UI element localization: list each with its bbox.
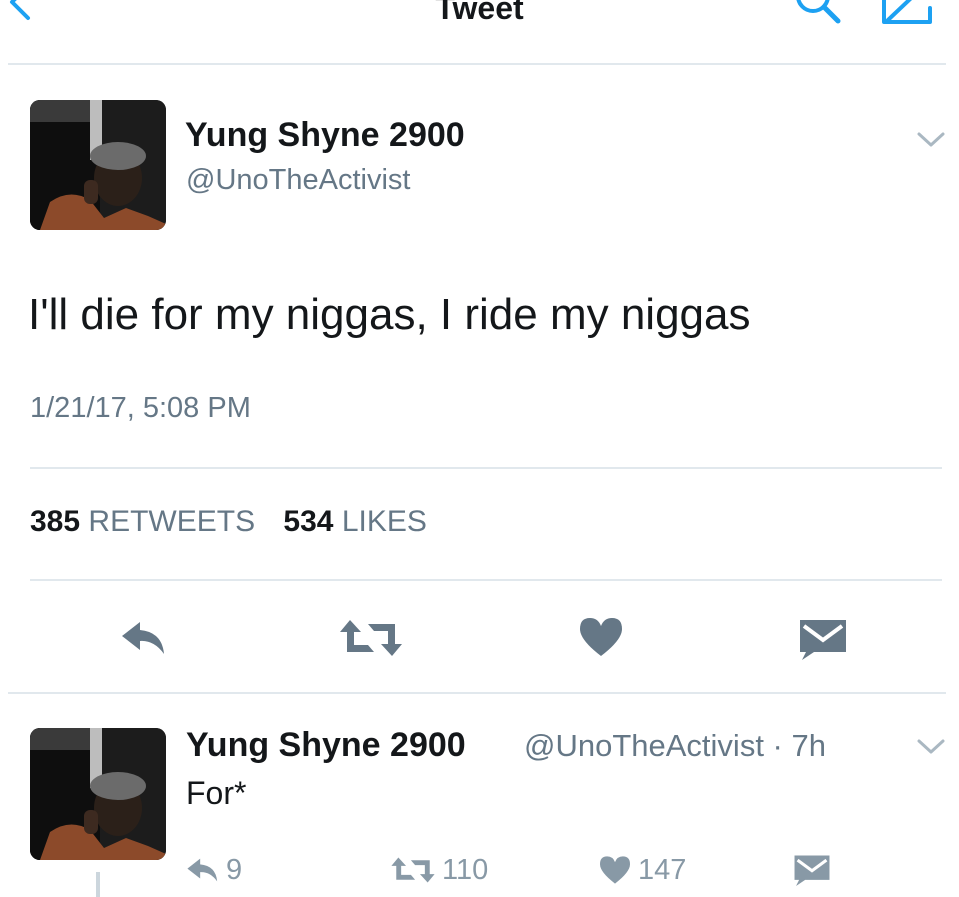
tweet-author-name[interactable]: Yung Shyne 2900	[185, 116, 465, 155]
reply-author-name[interactable]: Yung Shyne 2900	[186, 726, 466, 765]
thread-line	[96, 872, 100, 897]
tweet-author-handle[interactable]: @UnoTheActivist	[186, 164, 410, 197]
likes-label[interactable]: LIKES	[342, 505, 427, 538]
stats-top-divider	[30, 467, 942, 469]
reply-text: For*	[186, 775, 247, 811]
avatar[interactable]	[30, 100, 166, 230]
nav-divider	[8, 63, 946, 65]
message-small-icon	[794, 855, 830, 886]
reply-message-button[interactable]	[793, 852, 831, 888]
reply-like-button[interactable]: 147	[598, 852, 686, 888]
retweet-small-icon	[391, 857, 435, 883]
retweets-count: 385	[30, 505, 81, 538]
reply-reply-button[interactable]: 9	[186, 852, 242, 888]
reply-icon[interactable]	[120, 620, 168, 656]
reply-retweet-count: 110	[442, 853, 489, 886]
actions-bottom-divider	[8, 692, 946, 694]
retweets-label[interactable]: RETWEETS	[88, 505, 255, 538]
likes-count: 534	[283, 505, 334, 538]
stats-bottom-divider	[30, 579, 942, 581]
tweet-timestamp: 1/21/17, 5:08 PM	[30, 392, 251, 424]
reply-author-meta[interactable]: @UnoTheActivist · 7h	[524, 728, 826, 764]
reply-avatar[interactable]	[30, 728, 166, 860]
tweet-text: I'll die for my niggas, I ride my niggas	[28, 290, 751, 339]
chevron-down-icon[interactable]	[916, 130, 946, 150]
message-icon[interactable]	[798, 618, 848, 660]
search-icon[interactable]	[793, 0, 843, 26]
heart-small-icon	[600, 856, 630, 884]
tweet-stats: 385 RETWEETS 534 LIKES	[30, 505, 427, 539]
reply-retweet-button[interactable]: 110	[390, 852, 488, 888]
reply-like-count: 147	[638, 853, 687, 886]
compose-icon[interactable]	[878, 0, 942, 26]
retweet-icon[interactable]	[338, 618, 404, 658]
heart-icon[interactable]	[578, 616, 624, 658]
reply-chevron-down-icon[interactable]	[916, 737, 946, 757]
reply-reply-count: 9	[226, 853, 243, 886]
reply-small-icon	[187, 858, 218, 882]
nav-bar: Tweet	[0, 0, 959, 64]
